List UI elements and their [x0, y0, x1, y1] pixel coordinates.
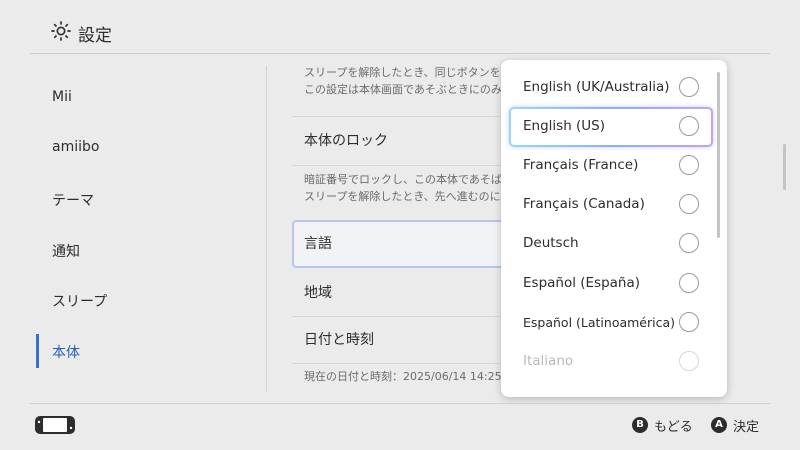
back-label: もどる [654, 419, 693, 435]
language-option[interactable]: Español (España) [509, 264, 713, 304]
radio-button[interactable] [679, 273, 699, 293]
sidebar-item-sleep[interactable]: スリープ [52, 291, 107, 311]
language-option[interactable]: Italiano [509, 342, 713, 382]
sidebar-item-amiibo[interactable]: amiibo [52, 139, 99, 155]
option-label: Español (Latinoamérica) [523, 315, 676, 330]
footer-divider [30, 403, 770, 404]
option-label: Français (Canada) [523, 196, 645, 212]
option-label: English (US) [523, 118, 606, 134]
sleep-desc-line-2: この設定は本体画面であそぶときにのみ有 [304, 83, 513, 96]
radio-button[interactable] [679, 233, 699, 253]
b-button-icon: B [632, 417, 648, 433]
sidebar-item-theme[interactable]: テーマ [52, 190, 94, 210]
sidebar-item-system[interactable]: 本体 [52, 342, 80, 362]
option-label: Français (France) [523, 157, 639, 173]
language-option[interactable]: Español (Latinoamérica) [509, 303, 713, 343]
page-scrollbar[interactable] [783, 144, 786, 190]
radio-button[interactable] [679, 155, 699, 175]
language-option-selected[interactable]: English (US) [509, 107, 713, 147]
lock-desc-line-1: 暗証番号でロックし、この本体であそばな [304, 173, 513, 186]
console-icon [35, 416, 75, 434]
gear-icon [51, 21, 71, 41]
confirm-button[interactable]: A 決定 [711, 416, 760, 435]
a-button-icon: A [711, 417, 727, 433]
language-dropdown: English (UK/Australia) English (US) Fran… [501, 60, 727, 397]
language-option[interactable]: English (UK/Australia) [509, 68, 713, 108]
dropdown-scrollbar[interactable] [717, 72, 720, 238]
radio-button[interactable] [679, 77, 699, 97]
lock-desc-line-2: スリープを解除したとき、先へ進むのに暗 [304, 190, 512, 203]
option-label: Italiano [523, 353, 574, 369]
language-option[interactable]: Français (France) [509, 146, 713, 186]
header: 設定 [0, 0, 800, 54]
radio-button[interactable] [679, 194, 699, 214]
option-label: English (UK/Australia) [523, 79, 670, 95]
sleep-desc-line-1: スリープを解除したとき、同じボタンを3回 [304, 66, 519, 79]
language-option[interactable]: Deutsch [509, 224, 713, 264]
sidebar-item-notifications[interactable]: 通知 [52, 241, 80, 261]
page-title: 設定 [78, 26, 112, 46]
date-time-desc: 現在の日付と時刻：2025/06/14 14:25 [304, 370, 502, 383]
radio-button[interactable] [679, 351, 699, 371]
sidebar-active-indicator [36, 334, 39, 368]
option-label: Deutsch [523, 235, 579, 251]
radio-button[interactable] [679, 312, 699, 332]
sidebar-item-mii[interactable]: Mii [52, 89, 72, 105]
option-label: Español (España) [523, 275, 641, 291]
sidebar-divider [266, 66, 267, 392]
confirm-label: 決定 [733, 419, 760, 435]
radio-button[interactable] [679, 116, 699, 136]
language-option[interactable]: Français (Canada) [509, 185, 713, 225]
back-button[interactable]: B もどる [632, 416, 693, 435]
